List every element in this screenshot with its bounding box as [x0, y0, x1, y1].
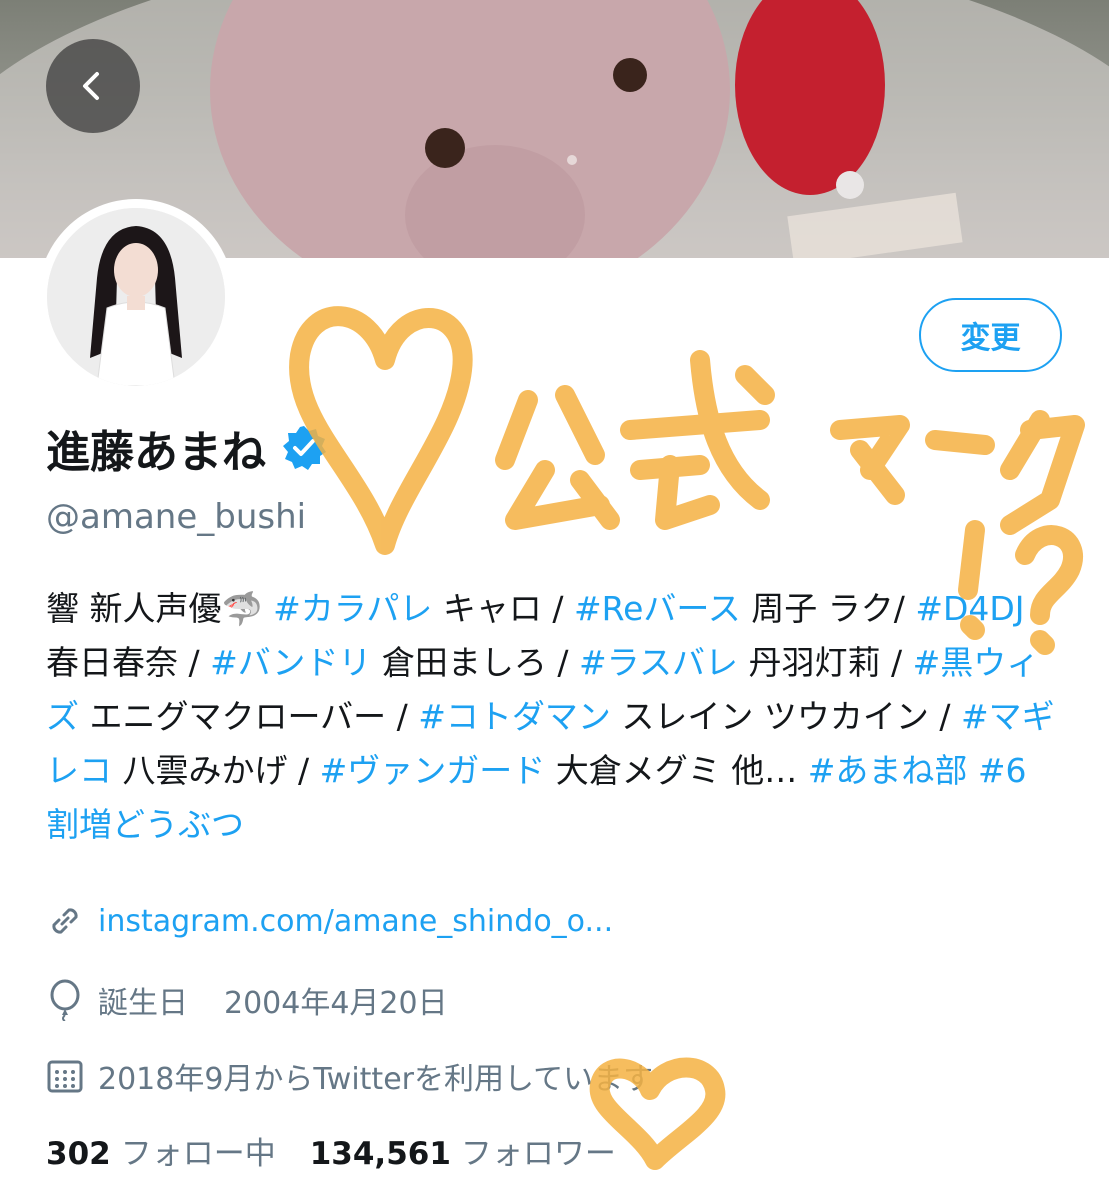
back-button[interactable]: [46, 39, 140, 133]
bio: 響 新人声優🦈 #カラパレ キャロ / #Reバース 周子 ラク/ #D4DJ …: [46, 582, 1056, 852]
birthday-value: 2004年4月20日: [224, 986, 448, 1021]
edit-profile-button[interactable]: 変更: [919, 298, 1062, 372]
calendar-icon: [47, 1060, 83, 1093]
bio-text: 大倉メグミ 他…: [545, 751, 808, 790]
bio-text: スレイン ツウカイン /: [610, 697, 961, 736]
following-link[interactable]: 302 フォロー中: [46, 1128, 276, 1173]
bio-text: 丹羽灯莉 /: [738, 643, 913, 682]
hashtag-link[interactable]: #あまね部: [808, 751, 968, 790]
followers-label: フォロワー: [460, 1136, 616, 1172]
hashtag-link[interactable]: #コトダマン: [418, 697, 611, 736]
display-name: 進藤あまね: [46, 427, 266, 478]
birthday-row: 誕生日 2004年4月20日: [46, 978, 448, 1022]
website-row[interactable]: instagram.com/amane_shindo_o...: [46, 902, 613, 940]
link-icon: [52, 908, 78, 934]
hashtag-link[interactable]: #Reバース: [574, 589, 741, 628]
handle: @amane_bushi: [46, 497, 307, 537]
verified-badge-icon: [283, 426, 326, 470]
bio-text: 倉田ましろ /: [371, 643, 580, 682]
chevron-left-icon: [83, 72, 99, 100]
bio-text: 春日春奈 /: [46, 643, 211, 682]
bio-text: 響 新人声優🦈: [46, 589, 274, 628]
hashtag-link[interactable]: #カラパレ: [273, 589, 432, 628]
balloon-icon: [50, 979, 80, 1021]
bio-text: キャロ /: [432, 589, 574, 628]
follow-counts: 302 フォロー中 134,561 フォロワー: [46, 1128, 616, 1173]
joined-row: 2018年9月からTwitterを利用しています: [46, 1054, 653, 1098]
following-label: フォロー中: [120, 1136, 276, 1172]
bio-text: エニグマクローバー /: [79, 697, 419, 736]
website-link[interactable]: instagram.com/amane_shindo_o...: [98, 904, 613, 939]
followers-link[interactable]: 134,561 フォロワー: [310, 1128, 616, 1173]
bio-text: 周子 ラク/: [740, 589, 916, 628]
hashtag-link[interactable]: #ラスバレ: [579, 643, 738, 682]
hashtag-link[interactable]: #バンドリ: [210, 643, 371, 682]
bio-text: 八雲みかげ /: [112, 751, 320, 790]
followers-count: 134,561: [309, 1136, 451, 1172]
avatar[interactable]: [38, 199, 234, 395]
hashtag-link[interactable]: #D4DJ: [915, 589, 1024, 628]
joined-text: 2018年9月からTwitterを利用しています: [98, 1062, 654, 1097]
hashtag-link[interactable]: #ヴァンガード: [320, 751, 546, 790]
bio-text: [967, 751, 978, 790]
following-count: 302: [46, 1136, 111, 1172]
birthday-label: 誕生日: [98, 986, 188, 1021]
display-name-row: 進藤あまね: [46, 418, 328, 478]
avatar-image: [47, 208, 225, 386]
